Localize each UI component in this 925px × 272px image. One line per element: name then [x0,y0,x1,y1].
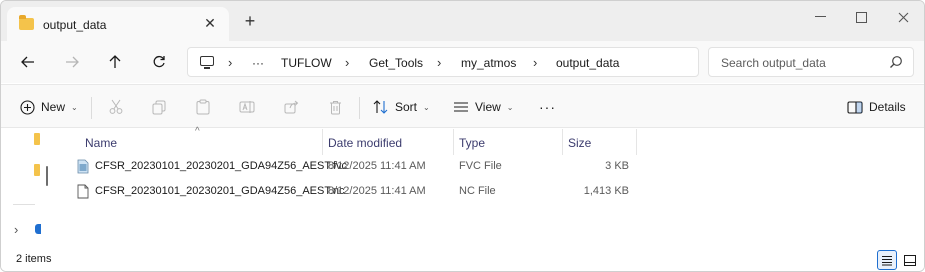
maximize-icon [855,11,867,23]
sort-icon [373,99,389,115]
view-button[interactable]: View ⌄ [453,97,514,117]
cut-icon[interactable] [108,99,124,115]
close-window-button[interactable] [892,7,914,27]
search-icon[interactable] [889,55,903,69]
status-bar: 2 items [1,245,924,271]
back-button[interactable] [17,51,39,73]
details-view-button[interactable] [877,250,897,270]
refresh-icon [153,55,165,68]
new-tab-button[interactable]: + [241,12,259,30]
file-size: 3 KB [605,160,629,172]
column-divider[interactable] [636,129,637,155]
minimize-button[interactable] [809,7,831,27]
breadcrumb-tuflow[interactable]: TUFLOW [281,56,332,70]
chevron-down-icon: ⌄ [71,102,78,112]
divider [13,204,35,205]
tiles-view-icon [904,254,916,266]
new-button[interactable]: New ⌄ [19,97,78,117]
breadcrumb-get-tools[interactable]: Get_Tools [369,56,423,70]
search-input[interactable] [721,54,881,72]
up-button[interactable] [104,51,126,73]
file-size: 1,413 KB [583,185,629,197]
file-name[interactable]: CFSR_20230101_20230201_GDA94Z56_AEST.fvc [95,160,347,172]
column-header-size[interactable]: Size [568,132,591,154]
breadcrumb-my-atmos[interactable]: my_atmos [461,56,516,70]
command-bar: New ⌄ Sort ⌄ View ⌄ ··· Details [1,84,924,128]
file-row[interactable]: CFSR_20230101_20230201_GDA94Z56_AEST.nc … [71,181,641,203]
file-explorer-window: output_data ✕ + › ··· TUFLOW › Get_Tools… [0,0,925,272]
file-row[interactable]: CFSR_20230101_20230201_GDA94Z56_AEST.fvc… [71,156,641,178]
file-list: Name ^ Date modified Type Size CFSR_2023… [53,126,924,245]
chevron-right-icon[interactable]: › [437,55,441,70]
plus-circle-icon [19,99,35,115]
divider [359,97,360,119]
view-icon [453,99,469,115]
arrow-up-icon [109,55,121,68]
tab-output-data[interactable]: output_data ✕ [7,7,229,41]
file-name[interactable]: CFSR_20230101_20230201_GDA94Z56_AEST.nc [95,185,345,197]
details-button[interactable]: Details [847,97,906,117]
new-label: New [41,100,66,114]
minimize-icon [814,16,826,17]
file-date: 8/12/2025 11:41 AM [328,160,426,172]
chevron-down-icon: ⌄ [506,102,514,112]
chevron-down-icon: ⌄ [423,102,430,112]
column-header-name[interactable]: Name [85,132,117,154]
folder-icon[interactable] [34,164,40,176]
this-pc-icon[interactable] [200,56,214,69]
fvc-file-icon [77,159,89,174]
forward-button[interactable] [61,51,83,73]
maximize-button[interactable] [850,7,872,27]
details-pane-icon [847,99,863,115]
column-header-date[interactable]: Date modified [328,132,402,154]
tiles-view-button[interactable] [900,250,920,270]
arrow-right-icon [66,56,79,68]
close-tab-button[interactable]: ✕ [201,14,219,32]
column-header-type[interactable]: Type [459,132,485,154]
share-icon[interactable] [283,99,299,115]
refresh-button[interactable] [148,51,170,73]
more-options-button[interactable]: ··· [539,97,556,117]
item-count: 2 items [16,253,52,265]
breadcrumb-output-data[interactable]: output_data [556,56,619,70]
copy-icon[interactable] [151,99,167,115]
file-type: FVC File [459,160,502,172]
sort-button[interactable]: Sort ⌄ [373,97,430,117]
chevron-right-icon[interactable]: › [345,55,349,70]
chevron-right-icon[interactable]: › [228,55,232,70]
address-row: › ··· TUFLOW › Get_Tools › my_atmos › ou… [1,41,924,83]
paste-icon[interactable] [195,99,211,115]
chevron-right-icon[interactable]: › [533,55,537,70]
title-bar: output_data ✕ + [1,1,924,41]
address-bar[interactable]: › ··· TUFLOW › Get_Tools › my_atmos › ou… [187,47,699,77]
details-label: Details [869,100,906,114]
divider [91,97,92,119]
search-box[interactable] [708,47,914,77]
column-divider[interactable] [562,129,563,155]
details-view-icon [882,255,892,265]
network-icon[interactable] [35,224,41,234]
column-divider[interactable] [453,129,454,155]
close-icon [898,12,908,22]
folder-icon [19,15,34,30]
tab-title: output_data [43,18,107,32]
arrow-left-icon [21,56,34,68]
breadcrumb-more-button[interactable]: ··· [252,56,264,70]
view-label: View [475,100,501,114]
folder-icon[interactable] [34,133,40,145]
file-type: NC File [459,185,496,197]
scrollbar-thumb[interactable] [46,166,48,186]
sort-ascending-icon: ^ [195,126,200,137]
rename-icon[interactable] [239,99,255,115]
delete-icon[interactable] [327,99,343,115]
column-divider[interactable] [322,129,323,155]
navigation-pane: › [1,129,53,245]
file-date: 8/12/2025 11:41 AM [328,185,426,197]
sort-label: Sort [395,100,418,114]
expand-chevron-icon[interactable]: › [14,222,18,237]
blank-file-icon [77,184,89,199]
